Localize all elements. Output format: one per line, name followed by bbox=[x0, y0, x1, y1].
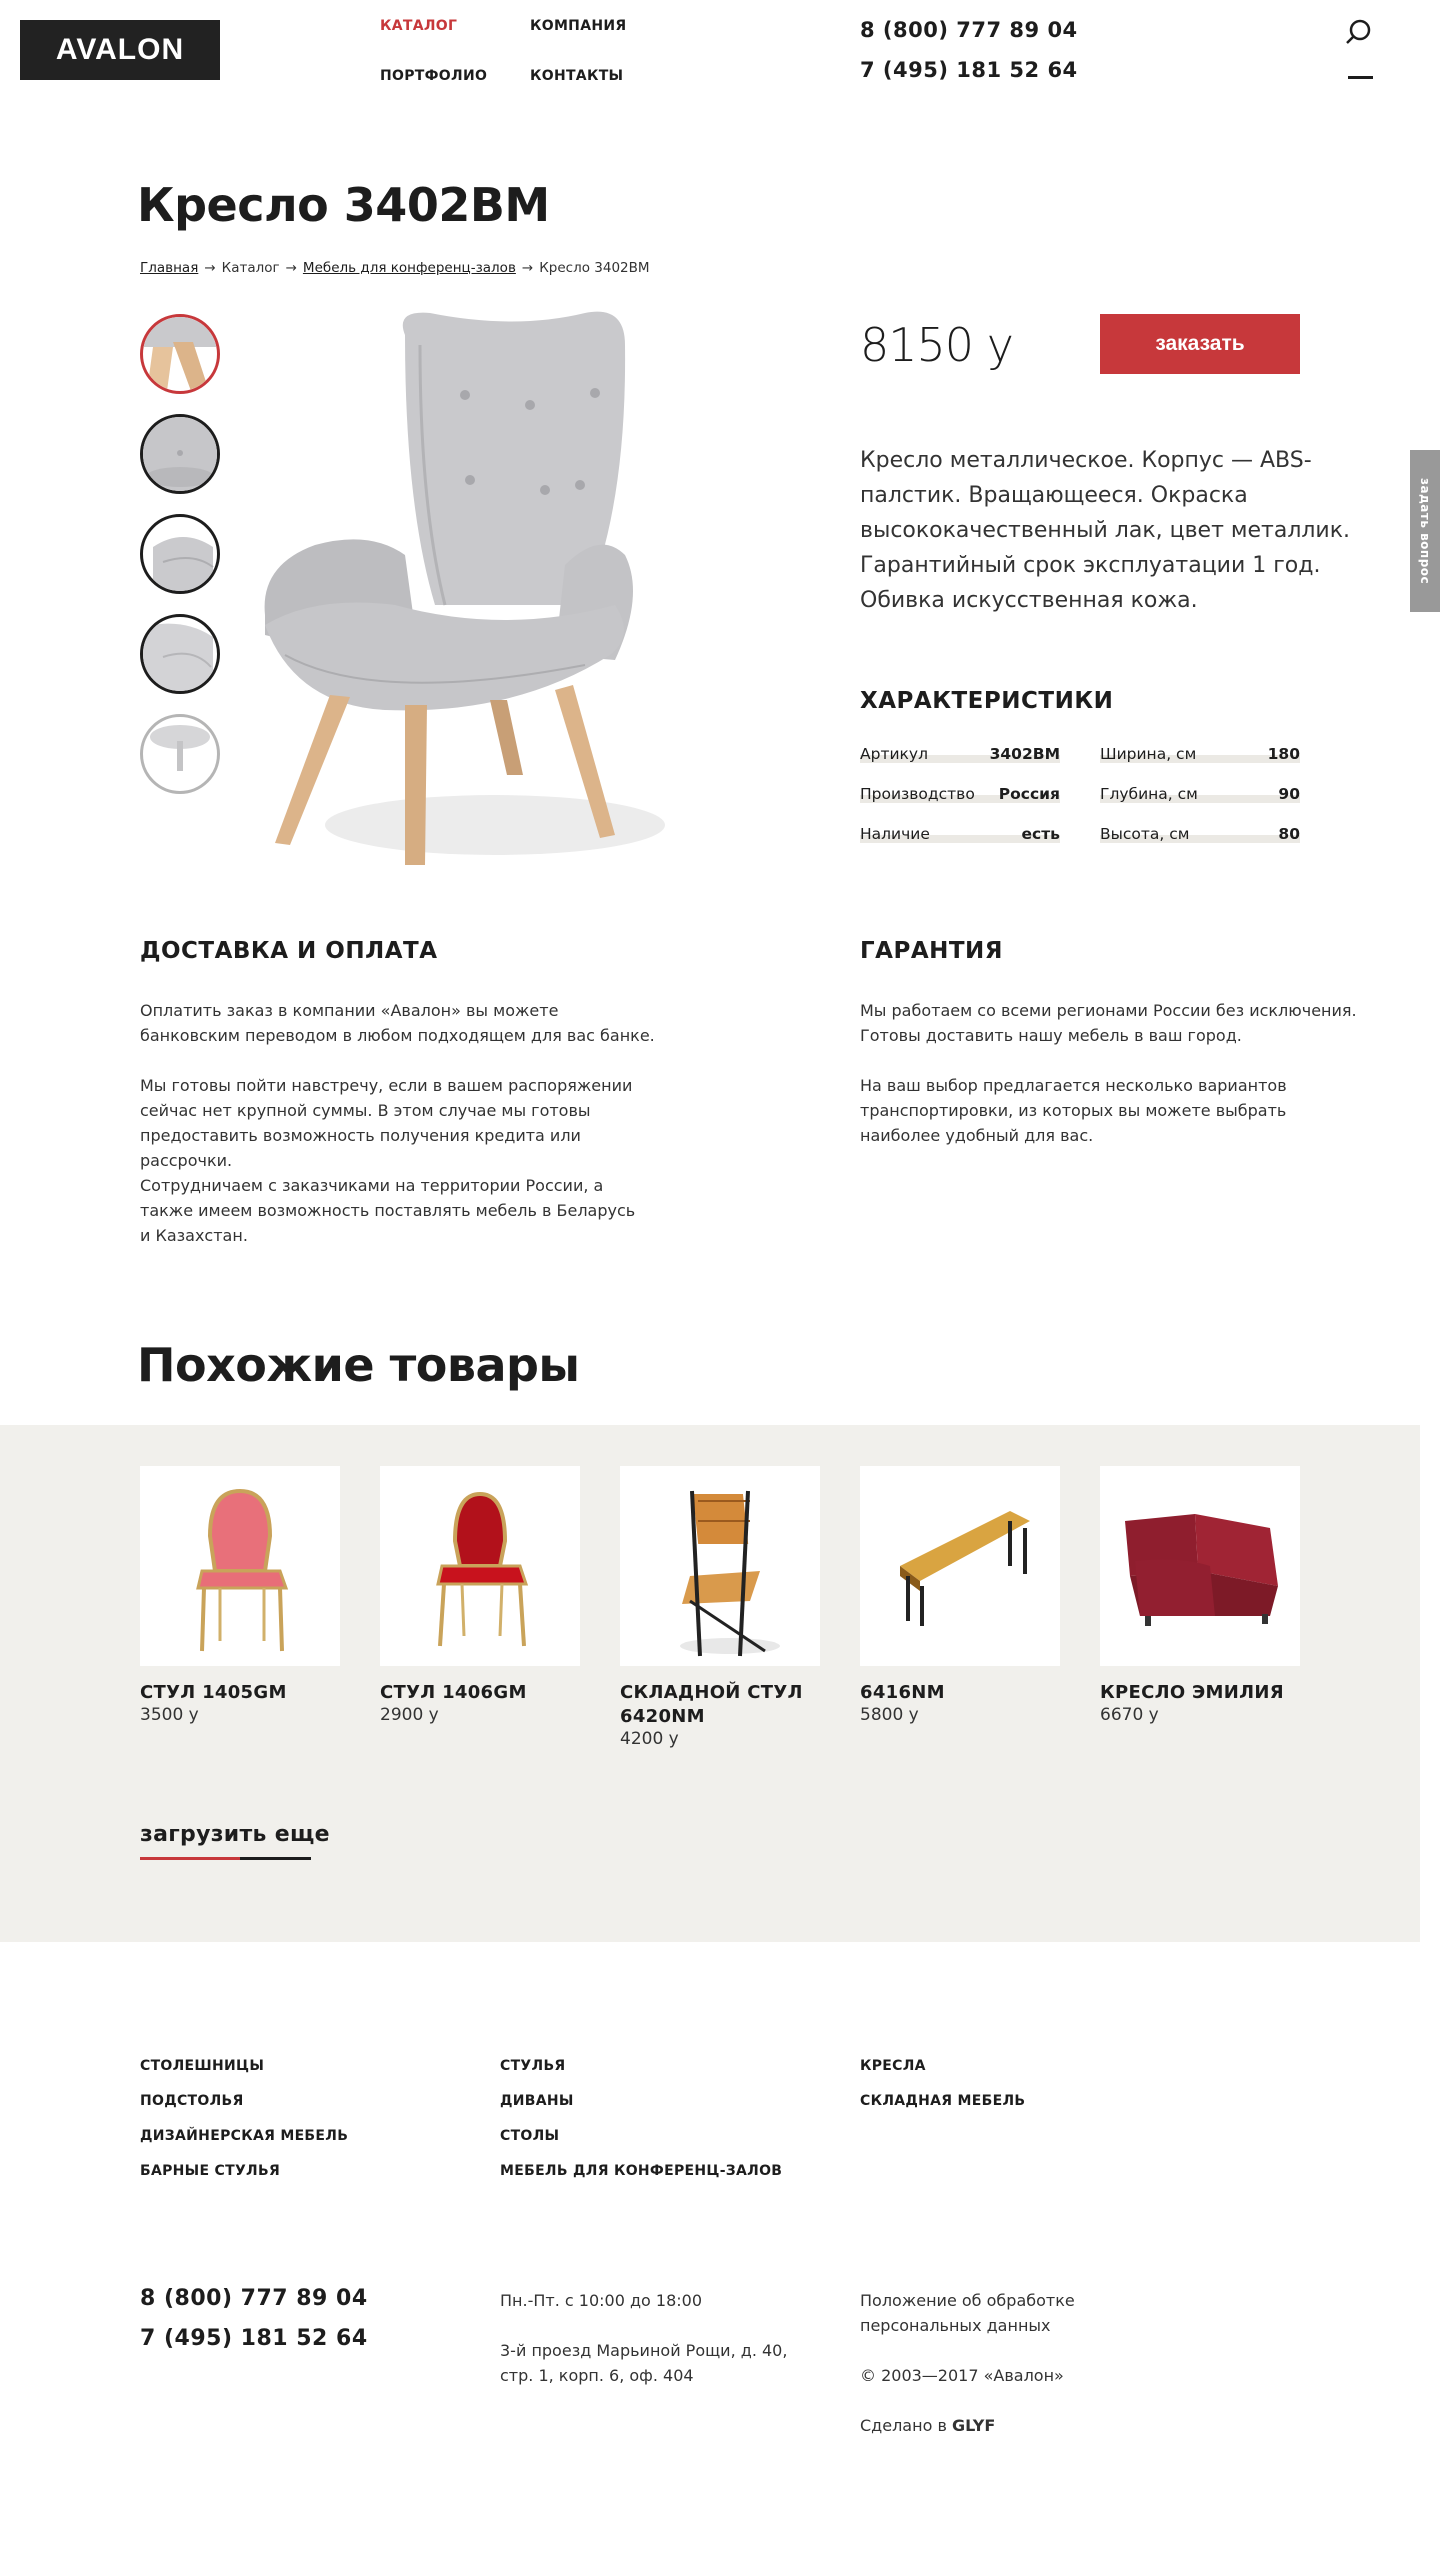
arrow-right-icon: → bbox=[285, 260, 297, 276]
thumbnail-arm[interactable] bbox=[140, 514, 220, 594]
nav-portfolio[interactable]: ПОРТФОЛИО bbox=[380, 68, 487, 84]
header-phone-2[interactable]: 7 (495) 181 52 64 bbox=[860, 58, 1078, 82]
warranty-paragraph: На ваш выбор предлагается несколько вари… bbox=[860, 1076, 1287, 1145]
product-card-title[interactable]: СТУЛ 1405GM bbox=[140, 1681, 340, 1705]
thumbnail-seat[interactable] bbox=[140, 414, 220, 494]
footer-link[interactable]: КРЕСЛА bbox=[860, 2058, 926, 2074]
footer-phone-2[interactable]: 7 (495) 181 52 64 bbox=[140, 2326, 368, 2351]
spec-row: Глубина, см 90 bbox=[1100, 785, 1300, 803]
footer-link[interactable]: ПОДСТОЛЬЯ bbox=[140, 2093, 244, 2109]
delivery-paragraph: Мы готовы пойти навстречу, если в вашем … bbox=[140, 1076, 633, 1170]
product-card-price: 6670 y bbox=[1100, 1705, 1159, 1725]
delivery-paragraph: Оплатить заказ в компании «Авалон» вы мо… bbox=[140, 1001, 655, 1045]
specs-right: Ширина, см 180 Глубина, см 90 Высота, см 80 bbox=[1100, 745, 1300, 843]
spec-row: Ширина, см 180 bbox=[1100, 745, 1300, 763]
product-image bbox=[255, 305, 720, 885]
product-card-image[interactable] bbox=[1100, 1466, 1300, 1666]
delivery-title: ДОСТАВКА И ОПЛАТА bbox=[140, 938, 438, 964]
similar-title: Похожие товары bbox=[137, 1338, 580, 1392]
product-card-title[interactable]: СТУЛ 1406GM bbox=[380, 1681, 580, 1705]
nav-contacts[interactable]: КОНТАКТЫ bbox=[530, 68, 623, 84]
product-card-price: 3500 y bbox=[140, 1705, 199, 1725]
logo[interactable]: AVALON bbox=[20, 20, 220, 80]
product-card[interactable]: СКЛАДНОЙ СТУЛ 6420NM 4200 y bbox=[620, 1466, 820, 1749]
product-description: Кресло металлическое. Корпус — ABS-палст… bbox=[860, 448, 1351, 613]
breadcrumb: Главная → Каталог → Мебель для конференц… bbox=[140, 260, 650, 276]
breadcrumb-home[interactable]: Главная bbox=[140, 260, 198, 276]
load-more-underline bbox=[140, 1857, 240, 1860]
header-phone-1[interactable]: 8 (800) 777 89 04 bbox=[860, 18, 1078, 42]
product-card[interactable]: СТУЛ 1406GM 2900 y bbox=[380, 1466, 580, 1725]
footer-privacy-link[interactable]: Положение об обработке персональных данн… bbox=[860, 2288, 1090, 2338]
nav-catalog[interactable]: КАТАЛОГ bbox=[380, 18, 457, 34]
product-card-image[interactable] bbox=[860, 1466, 1060, 1666]
thumbnail-base[interactable] bbox=[140, 714, 220, 794]
load-more-button[interactable]: загрузить еще bbox=[140, 1822, 330, 1854]
footer-phone-1[interactable]: 8 (800) 777 89 04 bbox=[140, 2286, 368, 2311]
footer-link[interactable]: МЕБЕЛЬ ДЛЯ КОНФЕРЕНЦ-ЗАЛОВ bbox=[500, 2163, 782, 2179]
thumbnail-leg[interactable] bbox=[140, 314, 220, 394]
made-by-link[interactable]: GLYF bbox=[952, 2416, 995, 2435]
product-card[interactable]: СТУЛ 1405GM 3500 y bbox=[140, 1466, 340, 1725]
footer-link[interactable]: СКЛАДНАЯ МЕБЕЛЬ bbox=[860, 2093, 1025, 2109]
search-icon[interactable] bbox=[1345, 18, 1373, 46]
footer-address: 3-й проезд Марьиной Рощи, д. 40, стр. 1,… bbox=[500, 2341, 788, 2385]
product-card-price: 5800 y bbox=[860, 1705, 919, 1725]
spec-row: Артикул 3402BM bbox=[860, 745, 1060, 763]
page-title: Кресло 3402BM bbox=[137, 178, 550, 232]
load-more-underline bbox=[240, 1857, 311, 1860]
product-card-image[interactable] bbox=[620, 1466, 820, 1666]
footer-link[interactable]: БАРНЫЕ СТУЛЬЯ bbox=[140, 2163, 280, 2179]
specs-left: Артикул 3402BM Производство Россия Наличие… bbox=[860, 745, 1060, 843]
product-card[interactable]: КРЕСЛО ЭМИЛИЯ 6670 y bbox=[1100, 1466, 1300, 1725]
ask-question-tab[interactable]: задать вопрос bbox=[1410, 450, 1440, 612]
product-card-price: 2900 y bbox=[380, 1705, 439, 1725]
footer-link[interactable]: ДИЗАЙНЕРСКАЯ МЕБЕЛЬ bbox=[140, 2128, 348, 2144]
product-card-title[interactable]: СКЛАДНОЙ СТУЛ 6420NM bbox=[620, 1681, 810, 1729]
product-card-image[interactable] bbox=[380, 1466, 580, 1666]
footer-copyright: © 2003—2017 «Авалон» bbox=[860, 2366, 1064, 2385]
menu-icon[interactable] bbox=[1348, 76, 1373, 79]
breadcrumb-catalog[interactable]: Каталог bbox=[222, 260, 280, 276]
specs-title: ХАРАКТЕРИСТИКИ bbox=[860, 688, 1114, 714]
order-button[interactable]: заказать bbox=[1100, 314, 1300, 374]
footer-link[interactable]: СТОЛЫ bbox=[500, 2128, 559, 2144]
spec-row: Наличие есть bbox=[860, 825, 1060, 843]
arrow-right-icon: → bbox=[521, 260, 534, 276]
thumbnail-back[interactable] bbox=[140, 614, 220, 694]
spec-row: Высота, см 80 bbox=[1100, 825, 1300, 843]
product-card-title[interactable]: КРЕСЛО ЭМИЛИЯ bbox=[1100, 1681, 1300, 1705]
product-card[interactable]: 6416NM 5800 y bbox=[860, 1466, 1060, 1725]
warranty-paragraph: Мы работаем со всеми регионами России бе… bbox=[860, 1001, 1357, 1045]
breadcrumb-category[interactable]: Мебель для конференц-залов bbox=[303, 260, 516, 276]
product-card-title[interactable]: 6416NM bbox=[860, 1681, 1060, 1705]
footer-link[interactable]: СТУЛЬЯ bbox=[500, 2058, 566, 2074]
breadcrumb-current: Кресло 3402BM bbox=[539, 260, 650, 276]
spec-row: Производство Россия bbox=[860, 785, 1060, 803]
product-price: 8150 y bbox=[860, 318, 1014, 372]
made-by-prefix: Сделано в bbox=[860, 2416, 947, 2435]
arrow-right-icon: → bbox=[204, 260, 216, 276]
footer-hours: Пн.-Пт. с 10:00 до 18:00 bbox=[500, 2291, 702, 2310]
footer-link[interactable]: СТОЛЕШНИЦЫ bbox=[140, 2058, 264, 2074]
product-card-price: 4200 y bbox=[620, 1729, 679, 1749]
delivery-paragraph: Сотрудничаем с заказчиками на территории… bbox=[140, 1176, 636, 1245]
warranty-title: ГАРАНТИЯ bbox=[860, 938, 1004, 964]
footer-made-by: Сделано в GLYF bbox=[860, 2413, 995, 2438]
footer-link[interactable]: ДИВАНЫ bbox=[500, 2093, 574, 2109]
nav-company[interactable]: КОМПАНИЯ bbox=[530, 18, 626, 34]
product-card-image[interactable] bbox=[140, 1466, 340, 1666]
